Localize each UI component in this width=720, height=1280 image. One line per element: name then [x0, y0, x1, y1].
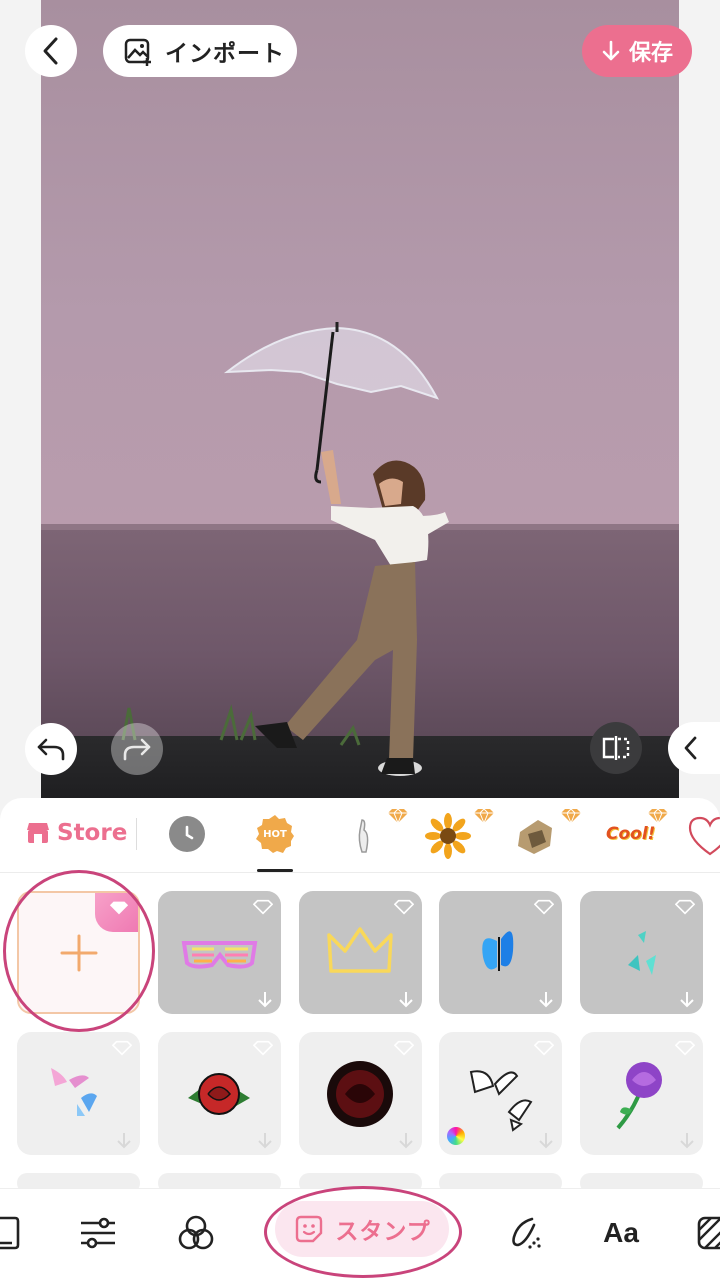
brush-icon	[512, 1217, 541, 1249]
import-label: インポート	[165, 41, 285, 67]
texture-icon	[697, 1216, 720, 1250]
premium-gem-icon	[112, 1040, 132, 1056]
premium-gem-icon	[534, 1040, 554, 1056]
sticker-neon-crown[interactable]	[299, 891, 422, 1014]
download-icon	[258, 1133, 272, 1149]
image-add-icon	[124, 38, 151, 66]
color-palette-icon	[447, 1127, 465, 1145]
text-icon: Aa	[603, 1217, 639, 1248]
sticker-partial[interactable]	[17, 1173, 140, 1188]
back-button[interactable]	[25, 25, 77, 77]
highlight-ring	[264, 1186, 462, 1278]
premium-gem-icon	[253, 1040, 273, 1056]
adjust-tool[interactable]	[76, 1211, 120, 1255]
download-icon	[258, 992, 272, 1008]
download-icon	[680, 992, 694, 1008]
cool-text-sticker-tab[interactable]: Cool!	[606, 824, 655, 844]
download-icon	[399, 1133, 413, 1149]
redo-button[interactable]	[111, 723, 163, 775]
hot-label: HOT	[263, 828, 287, 840]
sticker-teal-butterflies[interactable]	[580, 891, 703, 1014]
frame-tool[interactable]	[0, 1211, 26, 1255]
tab-divider	[136, 818, 137, 850]
compare-button[interactable]	[590, 722, 642, 774]
download-icon	[399, 992, 413, 1008]
recent-tab[interactable]	[169, 816, 205, 852]
download-arrow-icon	[602, 40, 620, 61]
sticker-partial[interactable]	[158, 1173, 281, 1188]
clock-icon	[185, 825, 194, 840]
save-label: 保存	[628, 41, 673, 66]
download-icon	[539, 992, 553, 1008]
sticker-rose-tattoo[interactable]	[158, 1032, 281, 1155]
sunflower-sticker-tab[interactable]	[424, 812, 472, 860]
sticker-blue-butterfly[interactable]	[439, 891, 562, 1014]
sticker-pink-blue-butterflies[interactable]	[17, 1032, 140, 1155]
panel-toggle-button[interactable]	[668, 722, 720, 774]
sticker-purple-rose[interactable]	[580, 1032, 703, 1155]
premium-gem-icon	[474, 808, 494, 824]
premium-gem-icon	[394, 1040, 414, 1056]
highlight-ring	[3, 870, 155, 1032]
sticker-category-tabs: Store HOT Cool!	[0, 798, 720, 873]
bottom-toolbar: スタンプ Aa	[0, 1186, 720, 1280]
filter-icon	[178, 1215, 214, 1250]
download-icon	[539, 1133, 553, 1149]
chevron-left-icon	[684, 736, 697, 760]
premium-gem-icon	[675, 899, 695, 915]
sticker-dark-rose[interactable]	[299, 1032, 422, 1155]
store-label: Store	[57, 820, 128, 846]
photo-subject	[121, 322, 449, 776]
sticker-neon-glasses[interactable]	[158, 891, 281, 1014]
active-tab-indicator	[257, 869, 293, 872]
brush-tool[interactable]	[502, 1211, 546, 1255]
download-icon	[117, 1133, 131, 1149]
chevron-left-icon	[43, 37, 58, 65]
import-button[interactable]: インポート	[103, 25, 297, 77]
sticker-partial[interactable]	[439, 1173, 562, 1188]
text-tool[interactable]: Aa	[599, 1211, 643, 1255]
redo-icon	[123, 738, 151, 761]
premium-gem-icon	[534, 899, 554, 915]
filter-tool[interactable]	[174, 1211, 218, 1255]
premium-gem-icon	[675, 1040, 695, 1056]
premium-gem-icon	[253, 899, 273, 915]
store-icon	[27, 823, 49, 843]
hot-tab[interactable]: HOT	[255, 814, 295, 854]
compare-icon	[602, 736, 630, 760]
premium-gem-icon	[388, 808, 408, 824]
undo-icon	[37, 738, 65, 761]
hand-sticker-tab[interactable]	[340, 812, 388, 860]
heart-sticker-tab[interactable]	[686, 812, 720, 860]
adjust-icon	[81, 1217, 115, 1249]
photo-canvas[interactable]	[41, 0, 679, 798]
frame-icon	[0, 1216, 20, 1250]
premium-gem-icon	[394, 899, 414, 915]
sticker-panel: Store HOT Cool!	[0, 798, 720, 1188]
premium-gem-icon	[648, 808, 668, 824]
texture-tool[interactable]	[692, 1211, 720, 1255]
undo-button[interactable]	[25, 723, 77, 775]
sticker-partial[interactable]	[580, 1173, 703, 1188]
store-tab[interactable]: Store	[25, 820, 127, 846]
sticker-sketch-butterflies[interactable]	[439, 1032, 562, 1155]
save-button[interactable]: 保存	[582, 25, 692, 77]
download-icon	[680, 1133, 694, 1149]
craft-sticker-tab[interactable]	[512, 812, 560, 860]
premium-gem-icon	[561, 808, 581, 824]
